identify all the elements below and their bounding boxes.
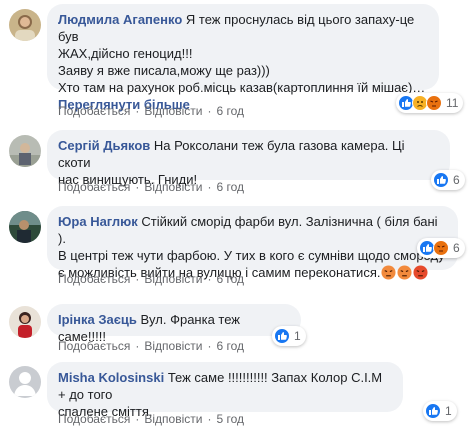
reaction-summary[interactable]: 1 bbox=[272, 326, 306, 346]
angry-icon bbox=[433, 240, 449, 256]
avatar[interactable] bbox=[9, 366, 41, 398]
comment-actions: Подобається · Відповісти · 6 год bbox=[58, 104, 244, 118]
comment-author[interactable]: Ірінка Заєць bbox=[58, 312, 137, 327]
angry-emoji bbox=[381, 265, 397, 280]
reply-button[interactable]: Відповісти bbox=[144, 104, 202, 118]
reaction-count: 1 bbox=[294, 329, 301, 343]
timestamp[interactable]: 5 год bbox=[216, 412, 244, 426]
reaction-summary[interactable]: 11 bbox=[396, 93, 464, 113]
timestamp[interactable]: 6 год bbox=[216, 272, 244, 286]
reaction-count: 1 bbox=[445, 404, 452, 418]
reaction-count: 6 bbox=[453, 241, 460, 255]
like-icon bbox=[425, 403, 441, 419]
angry-emoji bbox=[397, 265, 413, 280]
reply-button[interactable]: Відповісти bbox=[144, 412, 202, 426]
like-button[interactable]: Подобається bbox=[58, 412, 130, 426]
comment-text: Хто там на рахунок роб.місць казав(карто… bbox=[58, 80, 426, 95]
like-icon bbox=[433, 172, 449, 188]
reaction-summary[interactable]: 1 bbox=[423, 401, 457, 421]
timestamp[interactable]: 6 год bbox=[216, 339, 244, 353]
comment-text: Заяву я вже писала,можу ще раз))) bbox=[58, 63, 270, 78]
comment-bubble: Людмила Агапенко Я теж проснулась від ць… bbox=[47, 4, 439, 112]
reply-button[interactable]: Відповісти bbox=[144, 180, 202, 194]
like-button[interactable]: Подобається bbox=[58, 339, 130, 353]
comment-actions: Подобається · Відповісти · 6 год bbox=[58, 272, 244, 286]
comment-bubble: Misha Kolosinski Теж саме !!!!!!!!!!! За… bbox=[47, 362, 403, 419]
reply-button[interactable]: Відповісти bbox=[144, 272, 202, 286]
comment-text: В центрі теж чути фарбою. У тих в кого є… bbox=[58, 248, 445, 263]
like-button[interactable]: Подобається bbox=[58, 104, 130, 118]
reaction-count: 6 bbox=[453, 173, 460, 187]
comment-actions: Подобається · Відповісти · 6 год bbox=[58, 180, 244, 194]
reaction-count: 11 bbox=[446, 96, 459, 110]
reaction-summary[interactable]: 6 bbox=[417, 238, 465, 258]
comment-bubble: Юра Наглюк Стійкий сморід фарби вул. Зал… bbox=[47, 206, 458, 280]
comment-author[interactable]: Misha Kolosinski bbox=[58, 370, 164, 385]
angry-icon bbox=[426, 95, 442, 111]
comment-author[interactable]: Сергій Дьяков bbox=[58, 138, 150, 153]
comment-bubble: Ірінка Заєць Вул. Франка теж саме!!!!! bbox=[47, 304, 301, 344]
reaction-summary[interactable]: 6 bbox=[431, 170, 465, 190]
comment-bubble: Сергій Дьяков На Роксолани теж була газо… bbox=[47, 130, 450, 187]
comment-text: ЖАХ,дійсно геноцид!!! bbox=[58, 46, 193, 61]
comment-author[interactable]: Юра Наглюк bbox=[58, 214, 138, 229]
timestamp[interactable]: 6 год bbox=[216, 104, 244, 118]
comment-actions: Подобається · Відповісти · 6 год bbox=[58, 339, 244, 353]
reply-button[interactable]: Відповісти bbox=[144, 339, 202, 353]
avatar[interactable] bbox=[9, 9, 41, 41]
like-button[interactable]: Подобається bbox=[58, 272, 130, 286]
avatar[interactable] bbox=[9, 135, 41, 167]
timestamp[interactable]: 6 год bbox=[216, 180, 244, 194]
angry-emoji bbox=[413, 265, 429, 280]
comment-author[interactable]: Людмила Агапенко bbox=[58, 12, 182, 27]
like-icon bbox=[274, 328, 290, 344]
avatar[interactable] bbox=[9, 211, 41, 243]
comment-actions: Подобається · Відповісти · 5 год bbox=[58, 412, 244, 426]
like-button[interactable]: Подобається bbox=[58, 180, 130, 194]
avatar[interactable] bbox=[9, 306, 41, 338]
